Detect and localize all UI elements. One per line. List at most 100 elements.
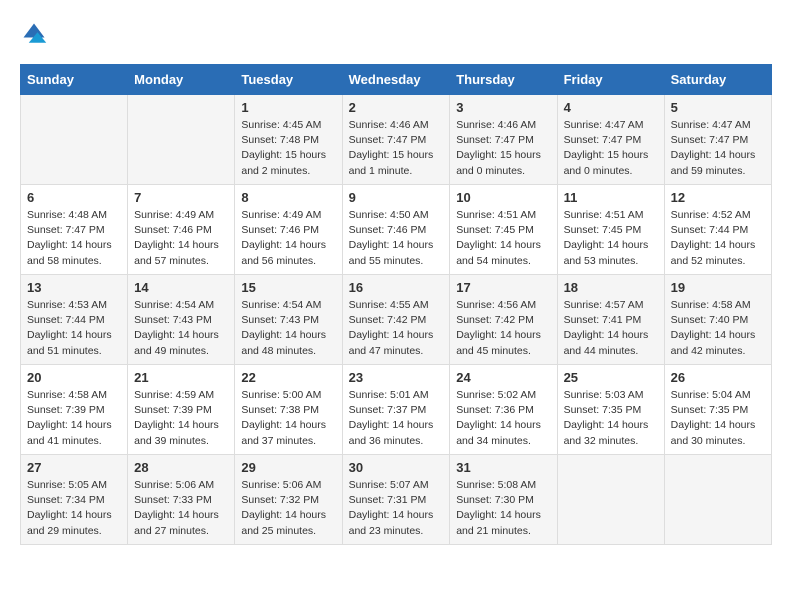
day-number: 9: [349, 190, 444, 205]
logo-icon: [20, 20, 48, 48]
day-number: 17: [456, 280, 550, 295]
day-cell: [557, 455, 664, 545]
day-number: 23: [349, 370, 444, 385]
day-number: 31: [456, 460, 550, 475]
day-info: Sunrise: 4:48 AM Sunset: 7:47 PM Dayligh…: [27, 208, 121, 269]
col-header-wednesday: Wednesday: [342, 65, 450, 95]
day-number: 15: [241, 280, 335, 295]
day-info: Sunrise: 4:49 AM Sunset: 7:46 PM Dayligh…: [134, 208, 228, 269]
day-number: 26: [671, 370, 765, 385]
week-row-4: 20 Sunrise: 4:58 AM Sunset: 7:39 PM Dayli…: [21, 365, 772, 455]
day-info: Sunrise: 5:06 AM Sunset: 7:33 PM Dayligh…: [134, 478, 228, 539]
day-info: Sunrise: 5:08 AM Sunset: 7:30 PM Dayligh…: [456, 478, 550, 539]
day-info: Sunrise: 4:59 AM Sunset: 7:39 PM Dayligh…: [134, 388, 228, 449]
day-info: Sunrise: 4:50 AM Sunset: 7:46 PM Dayligh…: [349, 208, 444, 269]
day-number: 4: [564, 100, 658, 115]
day-number: 19: [671, 280, 765, 295]
day-info: Sunrise: 4:57 AM Sunset: 7:41 PM Dayligh…: [564, 298, 658, 359]
day-cell: 17Sunrise: 4:56 AM Sunset: 7:42 PM Dayli…: [450, 275, 557, 365]
day-cell: 29Sunrise: 5:06 AM Sunset: 7:32 PM Dayli…: [235, 455, 342, 545]
day-cell: 8 Sunrise: 4:49 AM Sunset: 7:46 PM Daylig…: [235, 185, 342, 275]
day-info: Sunrise: 4:58 AM Sunset: 7:40 PM Dayligh…: [671, 298, 765, 359]
day-cell: 18 Sunrise: 4:57 AM Sunset: 7:41 PM Dayli…: [557, 275, 664, 365]
day-number: 25: [564, 370, 658, 385]
header-row: SundayMondayTuesdayWednesdayThursdayFrid…: [21, 65, 772, 95]
day-number: 1: [241, 100, 335, 115]
day-info: Sunrise: 4:46 AM Sunset: 7:47 PM Dayligh…: [349, 118, 444, 179]
day-cell: 24 Sunrise: 5:02 AM Sunset: 7:36 PM Dayli…: [450, 365, 557, 455]
day-info: Sunrise: 4:45 AM Sunset: 7:48 PM Dayligh…: [241, 118, 335, 179]
day-cell: 10 Sunrise: 4:51 AM Sunset: 7:45 PM Dayli…: [450, 185, 557, 275]
day-cell: 5 Sunrise: 4:47 AM Sunset: 7:47 PM Daylig…: [664, 95, 771, 185]
day-cell: 4 Sunrise: 4:47 AM Sunset: 7:47 PM Daylig…: [557, 95, 664, 185]
week-row-1: 1 Sunrise: 4:45 AM Sunset: 7:48 PM Daylig…: [21, 95, 772, 185]
day-cell: 19 Sunrise: 4:58 AM Sunset: 7:40 PM Dayli…: [664, 275, 771, 365]
day-info: Sunrise: 5:06 AM Sunset: 7:32 PM Dayligh…: [241, 478, 335, 539]
day-number: 21: [134, 370, 228, 385]
day-info: Sunrise: 5:07 AM Sunset: 7:31 PM Dayligh…: [349, 478, 444, 539]
day-number: 5: [671, 100, 765, 115]
logo: [20, 20, 52, 48]
day-number: 8: [241, 190, 335, 205]
day-info: Sunrise: 5:03 AM Sunset: 7:35 PM Dayligh…: [564, 388, 658, 449]
day-number: 28: [134, 460, 228, 475]
day-cell: 7 Sunrise: 4:49 AM Sunset: 7:46 PM Daylig…: [128, 185, 235, 275]
day-info: Sunrise: 4:49 AM Sunset: 7:46 PM Dayligh…: [241, 208, 335, 269]
day-info: Sunrise: 4:47 AM Sunset: 7:47 PM Dayligh…: [671, 118, 765, 179]
day-cell: 14 Sunrise: 4:54 AM Sunset: 7:43 PM Dayli…: [128, 275, 235, 365]
calendar-table: SundayMondayTuesdayWednesdayThursdayFrid…: [20, 64, 772, 545]
day-cell: [664, 455, 771, 545]
day-number: 18: [564, 280, 658, 295]
day-cell: 28 Sunrise: 5:06 AM Sunset: 7:33 PM Dayli…: [128, 455, 235, 545]
day-number: 16: [349, 280, 444, 295]
day-cell: 25 Sunrise: 5:03 AM Sunset: 7:35 PM Dayli…: [557, 365, 664, 455]
day-number: 3: [456, 100, 550, 115]
day-info: Sunrise: 5:01 AM Sunset: 7:37 PM Dayligh…: [349, 388, 444, 449]
day-info: Sunrise: 4:47 AM Sunset: 7:47 PM Dayligh…: [564, 118, 658, 179]
day-info: Sunrise: 4:53 AM Sunset: 7:44 PM Dayligh…: [27, 298, 121, 359]
day-cell: 15 Sunrise: 4:54 AM Sunset: 7:43 PM Dayli…: [235, 275, 342, 365]
day-number: 7: [134, 190, 228, 205]
day-number: 6: [27, 190, 121, 205]
day-cell: 16 Sunrise: 4:55 AM Sunset: 7:42 PM Dayli…: [342, 275, 450, 365]
day-info: Sunrise: 4:58 AM Sunset: 7:39 PM Dayligh…: [27, 388, 121, 449]
day-info: Sunrise: 4:54 AM Sunset: 7:43 PM Dayligh…: [134, 298, 228, 359]
day-info: Sunrise: 5:02 AM Sunset: 7:36 PM Dayligh…: [456, 388, 550, 449]
day-cell: 9 Sunrise: 4:50 AM Sunset: 7:46 PM Daylig…: [342, 185, 450, 275]
day-info: Sunrise: 5:00 AM Sunset: 7:38 PM Dayligh…: [241, 388, 335, 449]
day-cell: 21 Sunrise: 4:59 AM Sunset: 7:39 PM Dayli…: [128, 365, 235, 455]
day-cell: 20 Sunrise: 4:58 AM Sunset: 7:39 PM Dayli…: [21, 365, 128, 455]
day-cell: 13 Sunrise: 4:53 AM Sunset: 7:44 PM Dayli…: [21, 275, 128, 365]
day-cell: 30Sunrise: 5:07 AM Sunset: 7:31 PM Dayli…: [342, 455, 450, 545]
day-info: Sunrise: 4:51 AM Sunset: 7:45 PM Dayligh…: [564, 208, 658, 269]
week-row-5: 27Sunrise: 5:05 AM Sunset: 7:34 PM Dayli…: [21, 455, 772, 545]
page-header: [20, 20, 772, 48]
day-info: Sunrise: 5:04 AM Sunset: 7:35 PM Dayligh…: [671, 388, 765, 449]
day-cell: 3 Sunrise: 4:46 AM Sunset: 7:47 PM Daylig…: [450, 95, 557, 185]
day-info: Sunrise: 4:55 AM Sunset: 7:42 PM Dayligh…: [349, 298, 444, 359]
day-number: 10: [456, 190, 550, 205]
day-number: 13: [27, 280, 121, 295]
day-cell: 2Sunrise: 4:46 AM Sunset: 7:47 PM Daylig…: [342, 95, 450, 185]
week-row-2: 6 Sunrise: 4:48 AM Sunset: 7:47 PM Daylig…: [21, 185, 772, 275]
day-number: 11: [564, 190, 658, 205]
day-cell: 31 Sunrise: 5:08 AM Sunset: 7:30 PM Dayli…: [450, 455, 557, 545]
day-cell: 6 Sunrise: 4:48 AM Sunset: 7:47 PM Daylig…: [21, 185, 128, 275]
day-cell: 12Sunrise: 4:52 AM Sunset: 7:44 PM Dayli…: [664, 185, 771, 275]
day-cell: 11 Sunrise: 4:51 AM Sunset: 7:45 PM Dayli…: [557, 185, 664, 275]
day-info: Sunrise: 4:46 AM Sunset: 7:47 PM Dayligh…: [456, 118, 550, 179]
col-header-friday: Friday: [557, 65, 664, 95]
col-header-monday: Monday: [128, 65, 235, 95]
day-info: Sunrise: 4:54 AM Sunset: 7:43 PM Dayligh…: [241, 298, 335, 359]
day-cell: [21, 95, 128, 185]
day-cell: [128, 95, 235, 185]
day-cell: 22 Sunrise: 5:00 AM Sunset: 7:38 PM Dayli…: [235, 365, 342, 455]
day-number: 14: [134, 280, 228, 295]
col-header-tuesday: Tuesday: [235, 65, 342, 95]
day-info: Sunrise: 4:51 AM Sunset: 7:45 PM Dayligh…: [456, 208, 550, 269]
day-number: 22: [241, 370, 335, 385]
day-number: 24: [456, 370, 550, 385]
day-number: 12: [671, 190, 765, 205]
col-header-sunday: Sunday: [21, 65, 128, 95]
day-number: 20: [27, 370, 121, 385]
